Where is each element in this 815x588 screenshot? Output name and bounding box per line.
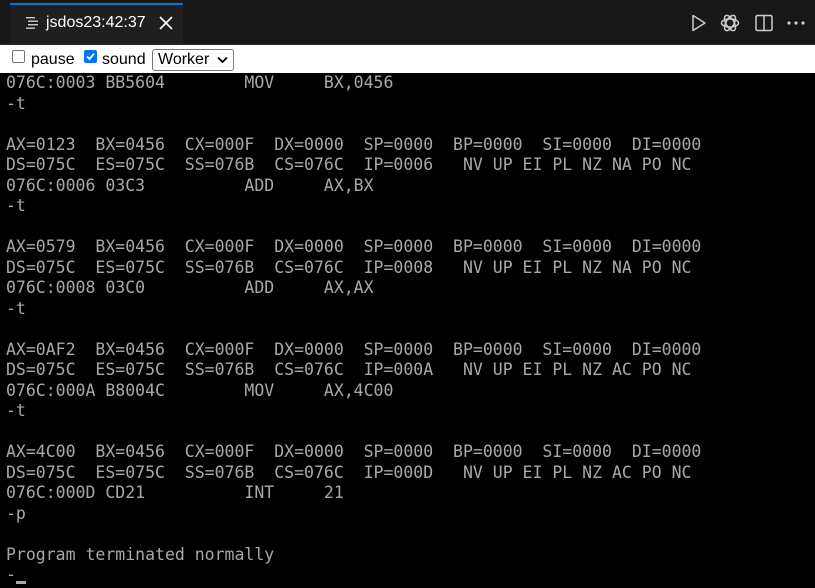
- checkmark-icon: [86, 53, 95, 61]
- openai-icon[interactable]: [719, 12, 741, 34]
- document-lines-icon: [26, 17, 38, 29]
- terminal-line: DS=075C ES=075C SS=076B CS=076C IP=000D …: [6, 463, 692, 482]
- terminal-line: -p: [6, 504, 26, 523]
- terminal-line: AX=4C00 BX=0456 CX=000F DX=0000 SP=0000 …: [6, 442, 702, 461]
- sound-label: sound: [102, 51, 146, 68]
- terminal-line: -t: [6, 94, 26, 113]
- terminal-line: -: [6, 565, 16, 584]
- worker-select[interactable]: Worker: [152, 49, 234, 71]
- emulator-toolbar: pause sound Worker: [0, 45, 815, 73]
- tab-title: jsdos23:42:37: [46, 14, 146, 31]
- terminal-line: 076C:000D CD21 INT 21: [6, 483, 344, 502]
- pause-checkbox[interactable]: [12, 50, 25, 63]
- terminal-line: -t: [6, 401, 26, 420]
- terminal-line: Program terminated normally: [6, 545, 275, 564]
- terminal-line: 076C:0006 03C3 ADD AX,BX: [6, 176, 374, 195]
- terminal-line: AX=0579 BX=0456 CX=000F DX=0000 SP=0000 …: [6, 237, 702, 256]
- terminal-line: DS=075C ES=075C SS=076B CS=076C IP=0006 …: [6, 155, 692, 174]
- terminal-line: DS=075C ES=075C SS=076B CS=076C IP=000A …: [6, 360, 692, 379]
- editor-tab-bar: jsdos23:42:37: [0, 0, 815, 45]
- terminal-line: 076C:0008 03C0 ADD AX,AX: [6, 278, 374, 297]
- dos-terminal-screen[interactable]: 076C:0003 BB5604 MOV BX,0456 -t AX=0123 …: [0, 73, 815, 588]
- pause-label: pause: [31, 51, 75, 68]
- play-icon[interactable]: [687, 12, 709, 34]
- worker-select-value: Worker: [158, 51, 210, 68]
- terminal-line: DS=075C ES=075C SS=076B CS=076C IP=0008 …: [6, 258, 692, 277]
- terminal-line: -t: [6, 299, 26, 318]
- text-cursor: [16, 581, 26, 584]
- editor-tab-jsdos[interactable]: jsdos23:42:37: [10, 3, 183, 44]
- sound-checkbox[interactable]: [84, 50, 97, 63]
- terminal-line: -t: [6, 196, 26, 215]
- terminal-line: 076C:0003 BB5604 MOV BX,0456: [6, 73, 394, 92]
- terminal-line: AX=0123 BX=0456 CX=000F DX=0000 SP=0000 …: [6, 135, 702, 154]
- split-editor-icon[interactable]: [753, 12, 775, 34]
- chevron-down-icon: [217, 56, 228, 64]
- close-icon[interactable]: [157, 14, 175, 32]
- terminal-line: 076C:000A B8004C MOV AX,4C00: [6, 381, 394, 400]
- terminal-line: AX=0AF2 BX=0456 CX=000F DX=0000 SP=0000 …: [6, 340, 702, 359]
- ellipsis-icon[interactable]: [785, 12, 807, 34]
